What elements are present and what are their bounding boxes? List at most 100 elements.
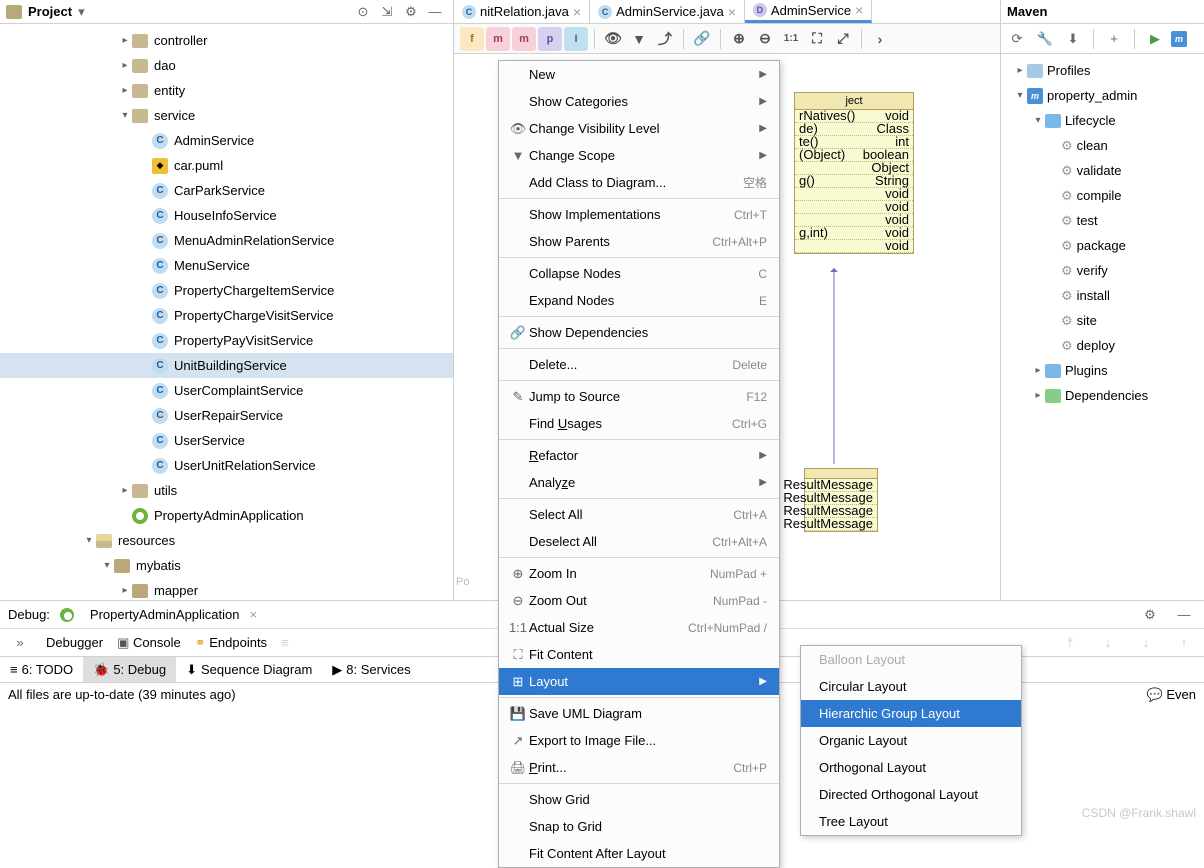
zoom-in-icon[interactable]: ⊕ xyxy=(727,27,751,51)
maven-profiles[interactable]: ▸Profiles xyxy=(1001,58,1204,83)
menu-item[interactable]: Refactor▶ xyxy=(499,442,779,469)
maven-goal[interactable]: ⚙clean xyxy=(1001,133,1204,158)
tree-item[interactable]: CMenuAdminRelationService xyxy=(0,228,453,253)
gear-icon[interactable]: ⚙ xyxy=(401,2,421,22)
editor-tab[interactable]: DAdminService× xyxy=(745,0,872,23)
menu-item[interactable]: 1:1Actual SizeCtrl+NumPad / xyxy=(499,614,779,641)
maven-goal[interactable]: ⚙package xyxy=(1001,233,1204,258)
tree-item[interactable]: CUserComplaintService xyxy=(0,378,453,403)
collapse-icon[interactable]: ⇲ xyxy=(377,2,397,22)
tree-item[interactable]: CPropertyChargeItemService xyxy=(0,278,453,303)
maven-tree[interactable]: ▸Profiles ▾mproperty_admin ▾Lifecycle ⚙c… xyxy=(1001,54,1204,600)
submenu-item[interactable]: Orthogonal Layout xyxy=(801,754,1021,781)
menu-item[interactable]: Delete...Delete xyxy=(499,351,779,378)
tree-item-service[interactable]: ▾service xyxy=(0,103,453,128)
tree-item[interactable]: CPropertyChargeVisitService xyxy=(0,303,453,328)
menu-item[interactable]: Expand NodesE xyxy=(499,287,779,314)
maven-lifecycle[interactable]: ▾Lifecycle xyxy=(1001,108,1204,133)
editor-tab[interactable]: CAdminService.java× xyxy=(590,0,745,23)
tree-item[interactable]: CUserRepairService xyxy=(0,403,453,428)
menu-item[interactable]: Show ParentsCtrl+Alt+P xyxy=(499,228,779,255)
dropdown-icon[interactable]: ▾ xyxy=(78,4,85,20)
step-icon[interactable]: ⤒ xyxy=(1060,633,1080,653)
maven-dependencies[interactable]: ▸Dependencies xyxy=(1001,383,1204,408)
menu-item[interactable]: Analyze▶ xyxy=(499,469,779,496)
submenu-item[interactable]: Organic Layout xyxy=(801,727,1021,754)
layout-submenu[interactable]: Balloon LayoutCircular LayoutHierarchic … xyxy=(800,645,1022,836)
tree-item-resources[interactable]: ▾resources xyxy=(0,528,453,553)
tool-window-tab[interactable]: ⬇Sequence Diagram xyxy=(176,657,322,682)
step-icon[interactable]: ↓ xyxy=(1098,633,1118,653)
maven-goal[interactable]: ⚙validate xyxy=(1001,158,1204,183)
maven-goal[interactable]: ⚙install xyxy=(1001,283,1204,308)
maven-goal[interactable]: ⚙site xyxy=(1001,308,1204,333)
tree-item[interactable]: CUnitBuildingService xyxy=(0,353,453,378)
maven-goal[interactable]: ⚙verify xyxy=(1001,258,1204,283)
tree-item-controller[interactable]: ▸controller xyxy=(0,28,453,53)
tree-item-utils[interactable]: ▸utils xyxy=(0,478,453,503)
menu-item[interactable]: Show ImplementationsCtrl+T xyxy=(499,201,779,228)
step-icon[interactable]: ↓ xyxy=(1136,633,1156,653)
menu-item[interactable]: Fit Content After Layout xyxy=(499,840,779,867)
menu-item[interactable]: Add Class to Diagram...空格 xyxy=(499,169,779,196)
filter-f-button[interactable]: f xyxy=(460,27,484,51)
tree-item-entity[interactable]: ▸entity xyxy=(0,78,453,103)
menu-item[interactable]: 👁Change Visibility Level▶ xyxy=(499,115,779,142)
menu-item[interactable]: Show Grid xyxy=(499,786,779,813)
tree-item[interactable]: ◆car.puml xyxy=(0,153,453,178)
event-log[interactable]: 💬 Even xyxy=(1147,687,1196,703)
menu-item[interactable]: Collapse NodesC xyxy=(499,260,779,287)
submenu-item[interactable]: Hierarchic Group Layout xyxy=(801,700,1021,727)
maven-m-icon[interactable]: m xyxy=(1171,31,1187,47)
menu-item[interactable]: ⊖Zoom OutNumPad - xyxy=(499,587,779,614)
tree-item[interactable]: CHouseInfoService xyxy=(0,203,453,228)
maven-goal[interactable]: ⚙deploy xyxy=(1001,333,1204,358)
menu-item[interactable]: Find UsagesCtrl+G xyxy=(499,410,779,437)
context-menu[interactable]: New▶Show Categories▶👁Change Visibility L… xyxy=(498,60,780,868)
filter-m-button[interactable]: m xyxy=(486,27,510,51)
menu-item[interactable]: ↗Export to Image File... xyxy=(499,727,779,754)
debug-config[interactable]: PropertyAdminApplication xyxy=(90,607,240,622)
close-icon[interactable]: × xyxy=(250,607,258,622)
step-icon[interactable]: ↑ xyxy=(1174,633,1194,653)
close-icon[interactable]: × xyxy=(728,4,736,20)
menu-item[interactable]: Deselect AllCtrl+Alt+A xyxy=(499,528,779,555)
menu-item[interactable]: Select AllCtrl+A xyxy=(499,501,779,528)
menu-item[interactable]: ▼Change Scope▶ xyxy=(499,142,779,169)
menu-item[interactable]: ⛶Fit Content xyxy=(499,641,779,668)
run-icon[interactable]: ▶ xyxy=(1145,29,1165,49)
submenu-item[interactable]: Directed Orthogonal Layout xyxy=(801,781,1021,808)
generate-icon[interactable]: 🔧 xyxy=(1035,29,1055,49)
tree-item-mybatis[interactable]: ▾mybatis xyxy=(0,553,453,578)
maven-root[interactable]: ▾mproperty_admin xyxy=(1001,83,1204,108)
maven-goal[interactable]: ⚙compile xyxy=(1001,183,1204,208)
tree-item-mapper[interactable]: ▸mapper xyxy=(0,578,453,600)
expand-icon[interactable]: » xyxy=(10,633,30,653)
scope-icon[interactable]: ⤴ xyxy=(653,27,677,51)
tree-item-dao[interactable]: ▸dao xyxy=(0,53,453,78)
tree-item[interactable]: CCarParkService xyxy=(0,178,453,203)
tree-item[interactable]: CAdminService xyxy=(0,128,453,153)
menu-item[interactable]: 💾Save UML Diagram xyxy=(499,700,779,727)
menu-item[interactable]: New▶ xyxy=(499,61,779,88)
fit-icon[interactable]: ⛶ xyxy=(805,27,829,51)
tree-item[interactable]: CUserUnitRelationService xyxy=(0,453,453,478)
funnel-icon[interactable]: ▼ xyxy=(627,27,651,51)
layout-icon[interactable]: ⤢ xyxy=(831,27,855,51)
close-icon[interactable]: × xyxy=(855,2,863,18)
uml-class-box-2[interactable]: ResultMessageResultMessageResultMessageR… xyxy=(804,468,878,532)
menu-item[interactable]: Snap to Grid xyxy=(499,813,779,840)
submenu-item[interactable]: Tree Layout xyxy=(801,808,1021,835)
tree-item[interactable]: CPropertyPayVisitService xyxy=(0,328,453,353)
menu-item[interactable]: ⊞Layout▶ xyxy=(499,668,779,695)
submenu-item[interactable]: Circular Layout xyxy=(801,673,1021,700)
close-icon[interactable]: × xyxy=(573,4,581,20)
hide-icon[interactable]: — xyxy=(425,2,445,22)
reload-icon[interactable]: ⟳ xyxy=(1007,29,1027,49)
filter-p-button[interactable]: p xyxy=(538,27,562,51)
minimize-icon[interactable]: — xyxy=(1174,605,1194,625)
project-tree[interactable]: ▸controller ▸dao ▸entity ▾service CAdmin… xyxy=(0,24,453,600)
tab-endpoints[interactable]: ⚭ Endpoints xyxy=(195,635,267,651)
tool-window-tab[interactable]: 🐞5: Debug xyxy=(83,657,176,682)
link-icon[interactable]: 🔗 xyxy=(690,27,714,51)
